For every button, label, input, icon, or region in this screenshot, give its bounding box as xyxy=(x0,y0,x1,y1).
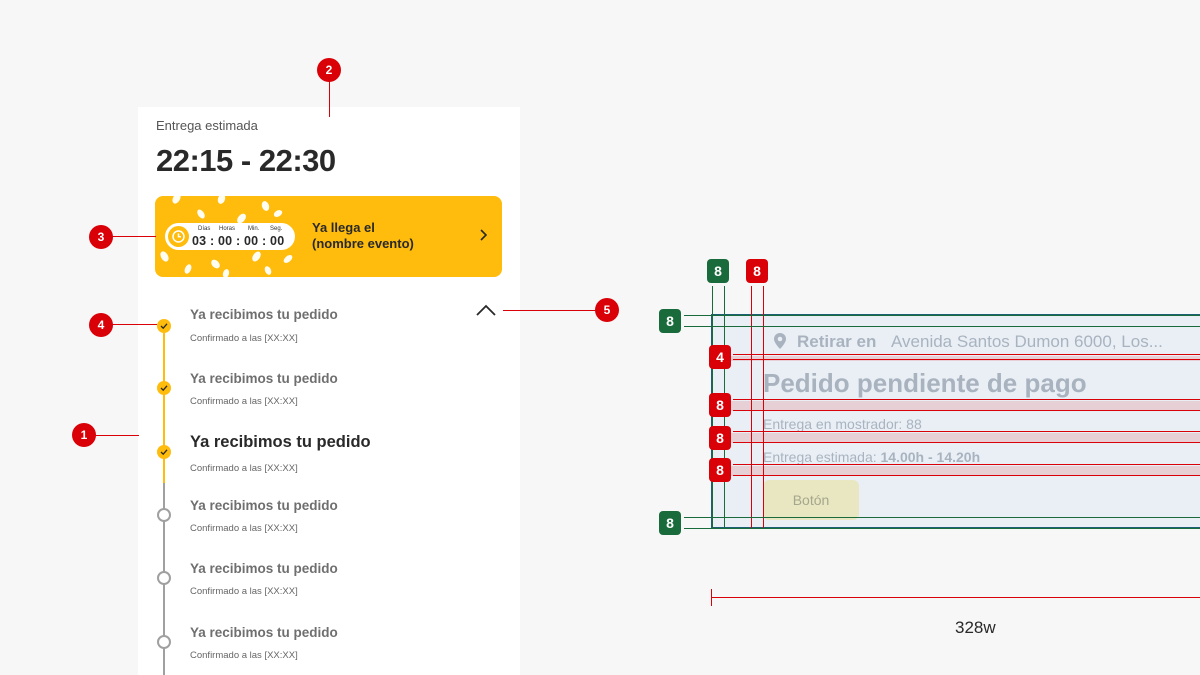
event-countdown-banner[interactable]: Días Horas Min. Seg. 03 : 00 : 00 : 00 Y… xyxy=(155,196,502,277)
order-status-card: Entrega estimada 22:15 - 22:30 Días Hora… xyxy=(138,107,520,675)
confetti-shape xyxy=(282,253,294,265)
callout-leader xyxy=(112,236,156,237)
callout-leader xyxy=(329,81,330,117)
banner-title: Ya llega el (nombre evento) xyxy=(312,220,462,252)
banner-title-line2: (nombre evento) xyxy=(312,236,414,251)
confetti-shape xyxy=(221,268,231,277)
guide-line xyxy=(684,528,1200,529)
countdown-unit-days: Días xyxy=(198,226,211,232)
confetti-shape xyxy=(216,196,227,205)
countdown-unit-hours: Horas xyxy=(219,226,236,232)
spec-title: Pedido pendiente de pago xyxy=(763,368,1087,398)
confetti-shape xyxy=(195,208,207,220)
guide-line xyxy=(733,399,1200,400)
callout-leader xyxy=(95,435,139,436)
callout-marker-5: 5 xyxy=(595,298,619,322)
location-pin-icon xyxy=(774,333,786,349)
spec-line2-value: 14.00h - 14.20h xyxy=(880,449,981,465)
chevron-up-icon[interactable] xyxy=(475,303,497,317)
guide-line xyxy=(733,431,1200,432)
guide-line xyxy=(763,286,764,529)
step-pending-dot xyxy=(157,635,171,649)
spec-line1: Entrega en mostrador: 88 xyxy=(763,416,922,432)
guide-line xyxy=(733,475,1200,476)
spacing-badge-8: 8 xyxy=(709,426,731,450)
spec-line2: Entrega estimada: 14.00h - 14.20h xyxy=(763,449,980,465)
confetti-shape xyxy=(263,265,273,276)
guide-line xyxy=(733,442,1200,443)
chevron-right-icon[interactable] xyxy=(478,228,488,242)
callout-marker-4: 4 xyxy=(89,313,113,337)
guide-line xyxy=(733,354,1200,355)
step-title: Ya recibimos tu pedido xyxy=(190,307,338,322)
timeline-progress-line xyxy=(163,333,165,483)
guide-line xyxy=(684,326,1200,327)
callout-marker-2: 2 xyxy=(317,58,341,82)
step-check-icon xyxy=(157,445,171,459)
confetti-shape xyxy=(183,263,193,275)
confetti-shape xyxy=(158,249,171,264)
spacing-badge-top-green: 8 xyxy=(707,259,729,283)
spacing-badge-left-bottom: 8 xyxy=(659,511,681,535)
spacing-spec-frame: Retirar en Avenida Santos Dumon 6000, Lo… xyxy=(711,314,1200,529)
step-title-current: Ya recibimos tu pedido xyxy=(190,433,371,451)
guide-line xyxy=(733,464,1200,465)
step-subtitle: Confirmado a las [XX:XX] xyxy=(190,333,298,344)
callout-leader xyxy=(503,310,598,311)
step-title: Ya recibimos tu pedido xyxy=(190,371,338,386)
pickup-address: Avenida Santos Dumon 6000, Los... xyxy=(891,332,1163,351)
callout-leader xyxy=(112,324,157,325)
width-label: 328w xyxy=(955,618,996,637)
guide-line xyxy=(751,286,752,529)
step-title: Ya recibimos tu pedido xyxy=(190,625,338,640)
spacing-badge-8: 8 xyxy=(709,458,731,482)
banner-title-line1: Ya llega el xyxy=(312,220,375,235)
step-subtitle: Confirmado a las [XX:XX] xyxy=(190,463,298,474)
spec-button[interactable]: Botón xyxy=(763,480,859,520)
estimate-label: Entrega estimada xyxy=(156,118,258,133)
countdown-timer: Días Horas Min. Seg. 03 : 00 : 00 : 00 xyxy=(165,223,295,250)
spacing-badge-top-red: 8 xyxy=(746,259,768,283)
countdown-unit-seconds: Seg. xyxy=(270,226,283,232)
step-title: Ya recibimos tu pedido xyxy=(190,561,338,576)
spacing-badge-8: 8 xyxy=(709,393,731,417)
pickup-label: Retirar en xyxy=(797,332,877,351)
step-subtitle: Confirmado a las [XX:XX] xyxy=(190,650,298,661)
step-pending-dot xyxy=(157,508,171,522)
step-pending-dot xyxy=(157,571,171,585)
callout-marker-1: 1 xyxy=(72,423,96,447)
confetti-shape xyxy=(170,196,183,206)
confetti-shape xyxy=(209,257,222,271)
clock-icon xyxy=(168,226,189,247)
step-check-icon xyxy=(157,381,171,395)
countdown-digits: 03 : 00 : 00 : 00 xyxy=(192,234,285,248)
step-title: Ya recibimos tu pedido xyxy=(190,498,338,513)
step-check-icon xyxy=(157,319,171,333)
estimate-time: 22:15 - 22:30 xyxy=(156,143,336,178)
step-subtitle: Confirmado a las [XX:XX] xyxy=(190,586,298,597)
guide-line xyxy=(733,410,1200,411)
confetti-shape xyxy=(272,208,284,219)
countdown-unit-minutes: Min. xyxy=(248,226,260,232)
step-subtitle: Confirmado a las [XX:XX] xyxy=(190,396,298,407)
callout-marker-3: 3 xyxy=(89,225,113,249)
confetti-shape xyxy=(250,249,263,264)
guide-line xyxy=(684,315,1200,316)
guide-line xyxy=(733,359,1200,360)
spec-line2-label: Entrega estimada: xyxy=(763,449,877,465)
spacing-badge-left-top: 8 xyxy=(659,309,681,333)
spacing-badge-4: 4 xyxy=(709,345,731,369)
width-dimension-line xyxy=(711,597,1200,598)
confetti-shape xyxy=(260,200,271,212)
step-subtitle: Confirmado a las [XX:XX] xyxy=(190,523,298,534)
guide-line xyxy=(684,517,1200,518)
